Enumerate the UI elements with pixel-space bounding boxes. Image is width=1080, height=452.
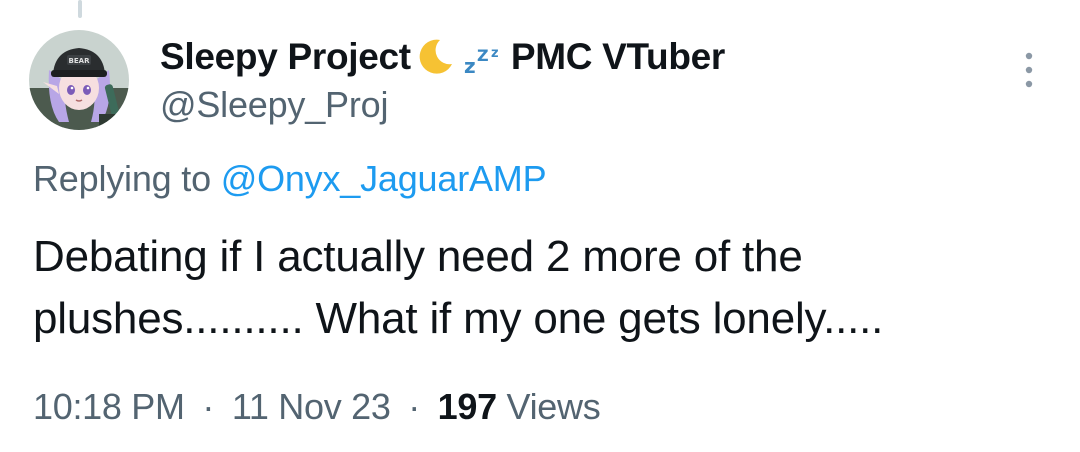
- author-handle[interactable]: @Sleepy_Proj: [160, 84, 990, 126]
- views-label[interactable]: Views: [507, 386, 601, 427]
- avatar-cap-text: BEAR: [69, 57, 91, 65]
- meta-separator: ·: [408, 386, 420, 427]
- tweet-text-line: Debating if I actually need 2 more of th…: [33, 232, 803, 281]
- svg-text:Z: Z: [477, 46, 488, 65]
- svg-text:z: z: [464, 54, 475, 77]
- tweet-date[interactable]: 11 Nov 23: [232, 386, 391, 427]
- thread-connector-line: [78, 0, 82, 18]
- crescent-moon-icon: [415, 37, 455, 77]
- tweet-header: Sleepy Project z Z z PMC VTuber @Sleepy_…: [160, 34, 990, 126]
- tweet-meta: 10:18 PM · 11 Nov 23 · 197 Views: [33, 386, 601, 428]
- author-name-suffix[interactable]: PMC VTuber: [511, 36, 726, 78]
- views-count[interactable]: 197: [438, 386, 497, 427]
- tweet-text-line: plushes.......... What if my one gets lo…: [33, 294, 884, 343]
- replying-to: Replying to @Onyx_JaguarAMP: [33, 158, 547, 200]
- author-name-row[interactable]: Sleepy Project z Z z PMC VTuber: [160, 34, 990, 80]
- more-options-icon[interactable]: [1014, 48, 1044, 92]
- tweet-text: Debating if I actually need 2 more of th…: [33, 226, 1043, 350]
- avatar[interactable]: BEAR: [29, 30, 129, 130]
- tweet-time[interactable]: 10:18 PM: [33, 386, 185, 427]
- replying-to-prefix: Replying to: [33, 158, 211, 199]
- reply-mention-link[interactable]: @Onyx_JaguarAMP: [221, 158, 547, 199]
- svg-text:z: z: [491, 46, 498, 61]
- meta-separator: ·: [202, 386, 215, 427]
- author-display-name[interactable]: Sleepy Project: [160, 36, 411, 78]
- zzz-icon: z Z z: [463, 37, 507, 77]
